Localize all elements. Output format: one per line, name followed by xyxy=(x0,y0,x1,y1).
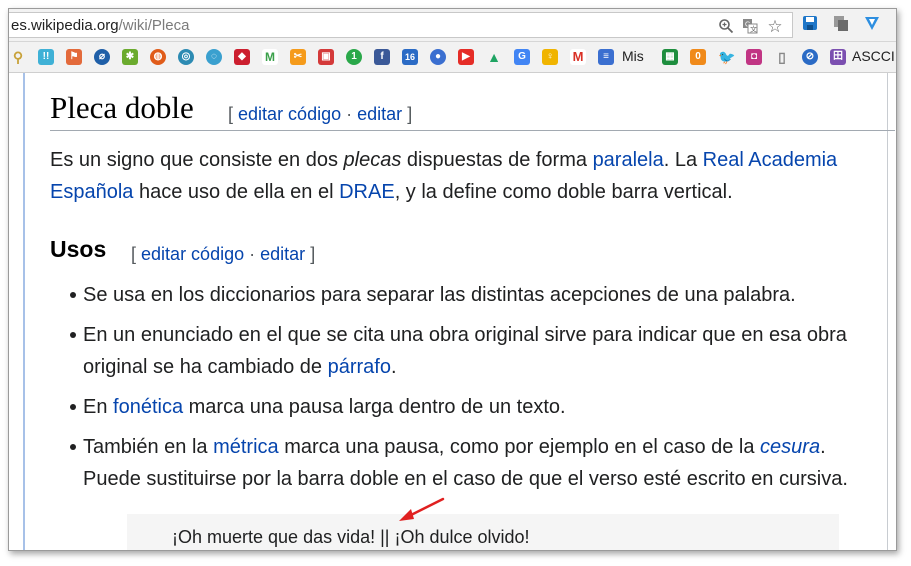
list-item-2-line-1: En un enunciado en el que se cita una ob… xyxy=(83,324,847,346)
title-divider xyxy=(50,130,895,131)
gmail-bookmark-icon[interactable]: M xyxy=(570,49,586,65)
twitter-bookmark-icon[interactable]: 🐦 xyxy=(718,49,735,65)
bullet-1 xyxy=(70,292,76,298)
link-metrica[interactable]: métrica xyxy=(213,436,279,458)
article-content: Pleca doble [ editar código · editar ] E… xyxy=(9,73,896,550)
bracket-close: ] xyxy=(407,104,413,124)
list-item-1: Se usa en los diccionarios para separar … xyxy=(83,284,796,306)
slash-bookmark-icon[interactable]: ⊘ xyxy=(802,49,818,65)
intro-text: hace uso de ella en el xyxy=(133,181,340,203)
translate-bookmark-icon[interactable]: G xyxy=(514,49,530,65)
quote-text: ¡Oh muerte que das vida! || ¡Oh dulce ol… xyxy=(172,527,530,547)
scissors-bookmark-icon[interactable]: ✂ xyxy=(290,49,306,65)
ascii-bookmark-icon[interactable]: 田 xyxy=(830,49,846,65)
one-bookmark-icon[interactable]: 1 xyxy=(346,49,362,65)
link-cesura[interactable]: cesura xyxy=(760,436,820,458)
bracket-open: [ xyxy=(228,104,234,124)
link-fonetica[interactable]: fonética xyxy=(113,396,183,418)
edit-code-link[interactable]: editar código xyxy=(238,104,341,124)
item-text: original se ha cambiado de xyxy=(83,356,328,378)
bullet-2 xyxy=(70,332,76,338)
link-drae[interactable]: DRAE xyxy=(339,181,395,203)
presentation-bookmark-icon[interactable]: ▣ xyxy=(318,49,334,65)
intro-text: . La xyxy=(663,149,703,171)
flag-bookmark-icon[interactable]: ⚑ xyxy=(66,49,82,65)
compass-bookmark-icon[interactable]: ⌀ xyxy=(94,49,110,65)
address-toolbar: es.wikipedia.org/wiki/Pleca G文 ☆ xyxy=(9,9,896,42)
list-item-4-line-1: También en la métrica marca una pausa, c… xyxy=(83,431,826,463)
youtube-bookmark-icon[interactable]: ▶ xyxy=(458,49,474,65)
copy-extension-icon[interactable] xyxy=(831,14,851,34)
link-parrafo[interactable]: párrafo xyxy=(328,356,391,378)
list-item-2-line-2: original se ha cambiado de párrafo. xyxy=(83,351,397,383)
intro-italic: plecas xyxy=(343,149,402,171)
list-item-4-line-2: Puede sustituirse por la barra doble en … xyxy=(83,468,848,490)
drive-bookmark-icon[interactable]: ▲ xyxy=(486,49,502,65)
intro-line-1: Es un signo que consiste en dos plecas d… xyxy=(50,144,837,176)
link-real-academia[interactable]: Real Academia xyxy=(703,149,838,171)
item-text: . xyxy=(820,436,826,458)
ruby-bookmark-icon[interactable]: ◆ xyxy=(234,49,250,65)
mis-bookmark[interactable]: Mis xyxy=(622,48,644,64)
mega-bookmark-icon[interactable]: M xyxy=(262,49,278,65)
section-edit-code-link[interactable]: editar código xyxy=(141,244,244,264)
instagram-bookmark-icon[interactable]: ◘ xyxy=(746,49,762,65)
intro-text: dispuestas de forma xyxy=(401,149,593,171)
bracket-close: ] xyxy=(310,244,316,264)
zoom-icon[interactable] xyxy=(717,18,735,36)
list-item-3: En fonética marca una pausa larga dentro… xyxy=(83,391,566,423)
android-bookmark-icon[interactable]: ✱ xyxy=(122,49,138,65)
star-icon[interactable]: ☆ xyxy=(766,18,784,36)
bulb-bookmark-icon[interactable]: ♀ xyxy=(542,49,558,65)
item-text: También en la xyxy=(83,436,214,458)
link-espanola[interactable]: Española xyxy=(50,181,133,203)
edit-separator: · xyxy=(249,244,256,264)
orange-bookmark-icon[interactable]: ◍ xyxy=(150,49,166,65)
intro-line-2: Española hace uso de ella en el DRAE, y … xyxy=(50,176,733,208)
url-field[interactable]: es.wikipedia.org/wiki/Pleca G文 ☆ xyxy=(9,12,793,38)
zero-bookmark-icon[interactable]: 0 xyxy=(690,49,706,65)
save-extension-icon[interactable] xyxy=(800,14,820,34)
url-text[interactable]: es.wikipedia.org/wiki/Pleca xyxy=(11,17,189,34)
red-arrow-annotation xyxy=(399,497,445,521)
section-heading-usos: Usos xyxy=(50,236,107,262)
pin-bookmark-icon[interactable]: ⚲ xyxy=(10,49,26,65)
bullet-3 xyxy=(70,404,76,410)
url-path: /wiki/Pleca xyxy=(118,17,190,34)
bookmarks-bar: ⚲ !! ⚑ ⌀ ✱ ◍ ◎ ◌ ◆ M ✂ ▣ 1 f 16 ● ▶ ▲ G … xyxy=(9,42,896,73)
intro-text: , y la define como doble barra vertical. xyxy=(394,181,733,203)
ascii-bookmark[interactable]: ASCCI xyxy=(852,48,895,64)
item-text: En xyxy=(83,396,114,418)
link-paralela[interactable]: paralela xyxy=(593,149,664,171)
browser-window: es.wikipedia.org/wiki/Pleca G文 ☆ ⚲ !! ⚑ … xyxy=(8,8,897,551)
edit-link[interactable]: editar xyxy=(357,104,402,124)
bullet-4 xyxy=(70,444,76,450)
forms-bookmark-icon[interactable]: ≡ xyxy=(598,49,614,65)
sheets-bookmark-icon[interactable]: ▦ xyxy=(662,49,678,65)
file-bookmark-icon[interactable]: ▯ xyxy=(774,49,790,65)
item-text: marca una pausa larga dentro de un texto… xyxy=(183,396,566,418)
right-border xyxy=(887,73,888,550)
item-text: . xyxy=(390,356,397,378)
title-edit-links: [ editar código · editar ] xyxy=(228,104,412,125)
chat-bookmark-icon[interactable]: !! xyxy=(38,49,54,65)
translate-icon[interactable]: G文 xyxy=(741,18,759,36)
spiral-bookmark-icon[interactable]: ◌ xyxy=(206,49,222,65)
globe-bookmark-icon[interactable]: ◎ xyxy=(178,49,194,65)
url-domain: es.wikipedia.org xyxy=(11,17,119,34)
facebook-bookmark-icon[interactable]: f xyxy=(374,49,390,65)
page-title: Pleca doble xyxy=(50,90,194,125)
vpn-extension-icon[interactable] xyxy=(862,14,882,34)
section-edit-links: [ editar código · editar ] xyxy=(131,244,315,265)
bracket-open: [ xyxy=(131,244,137,264)
section-edit-link[interactable]: editar xyxy=(260,244,305,264)
calendar-bookmark-icon[interactable]: 16 xyxy=(402,49,418,65)
edit-separator: · xyxy=(346,104,353,124)
left-border xyxy=(23,73,25,550)
intro-text: Es un signo que consiste en dos xyxy=(50,149,344,171)
item-text: marca una pausa, como por ejemplo en el … xyxy=(278,436,761,458)
person-bookmark-icon[interactable]: ● xyxy=(430,49,446,65)
svg-text:文: 文 xyxy=(750,25,757,34)
